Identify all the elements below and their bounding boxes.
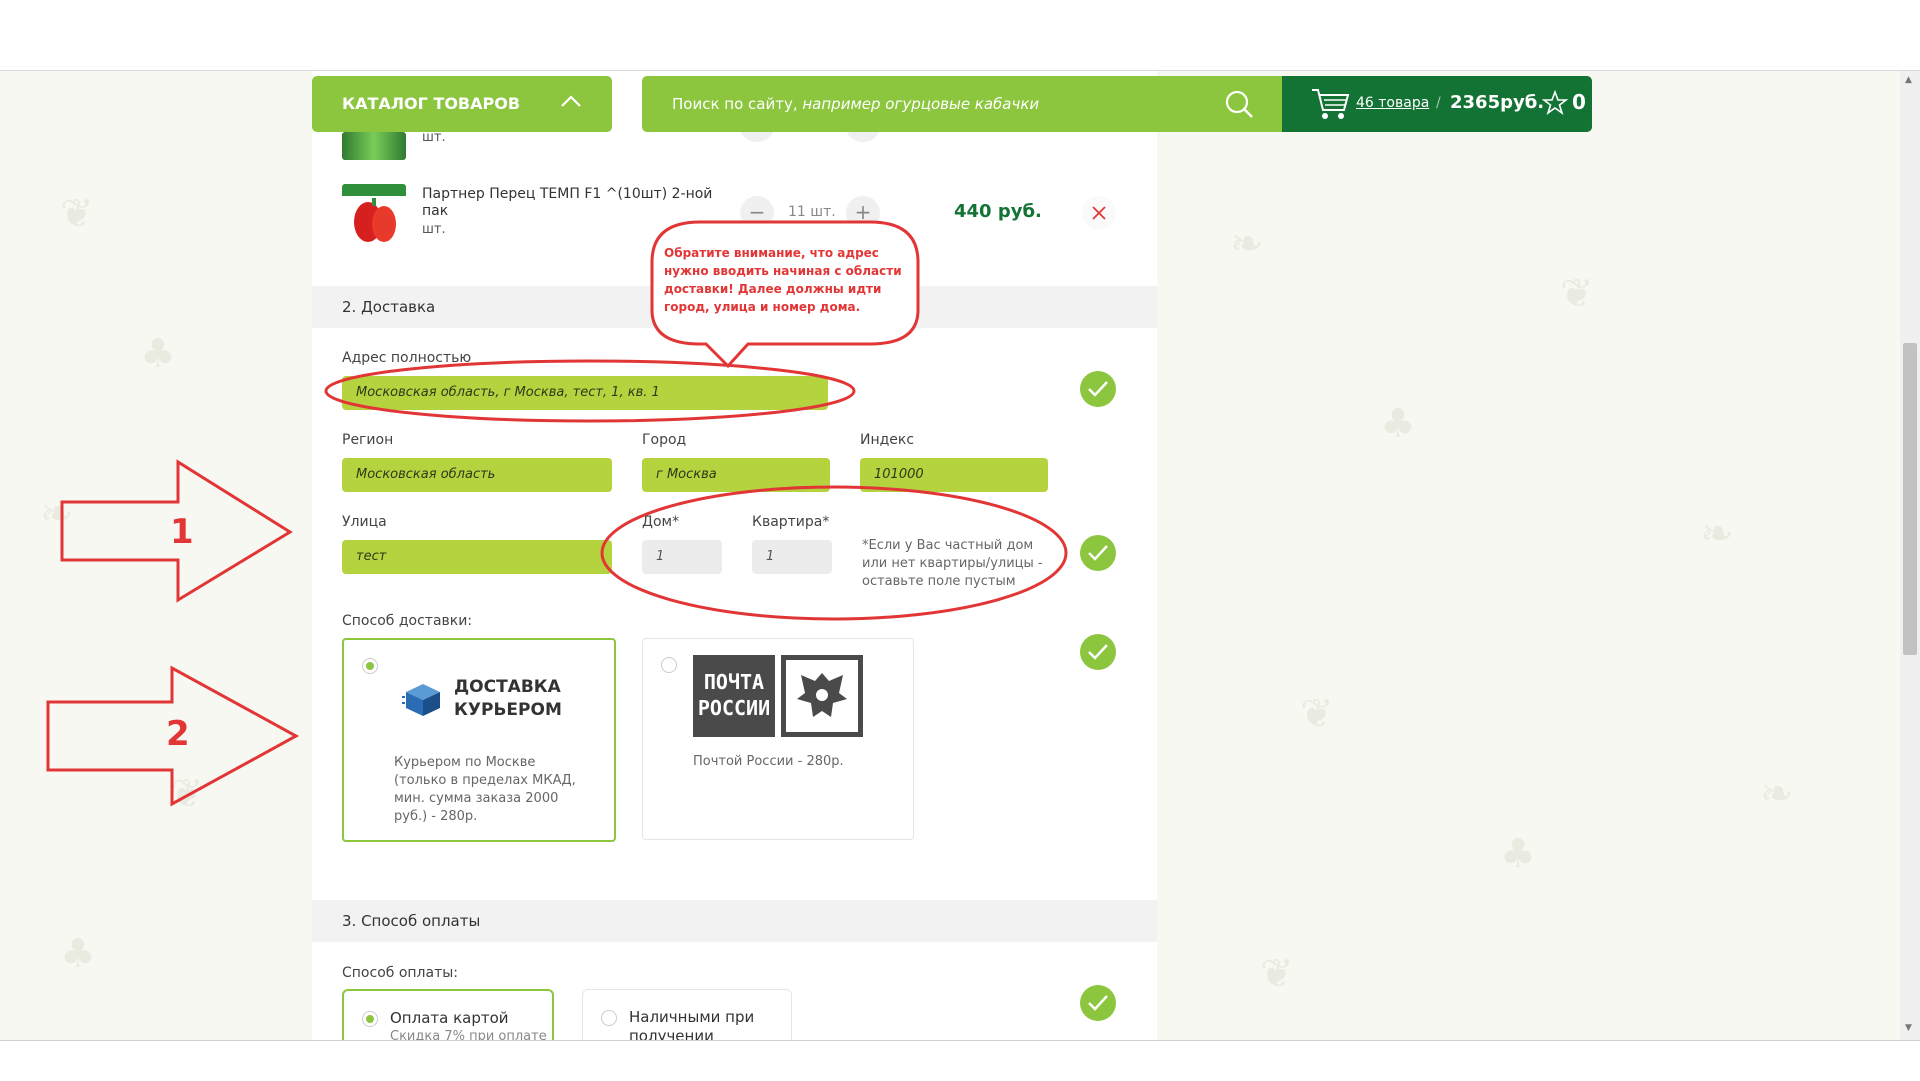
payment-section-title: 3. Способ оплаты [342, 912, 481, 930]
apple-pattern-icon: ❦ [1560, 271, 1594, 317]
annotation-arrow-2-label: 2 [166, 714, 190, 754]
chevron-up-icon [561, 95, 581, 107]
search-bar[interactable]: Поиск по сайту, например огурцовые кабач… [642, 76, 1282, 132]
russian-post-description: Почтой России - 280р. [693, 754, 844, 769]
star-icon[interactable] [1542, 90, 1568, 116]
checkmark-icon [1088, 995, 1108, 1011]
pepper-product-image [342, 184, 406, 246]
annotation-arrow-1-label: 1 [170, 512, 194, 552]
address-hint-callout: Обратите внимание, что адрес нужно вводи… [664, 246, 902, 314]
pepper-pattern-icon: ❦ [60, 191, 94, 237]
cart-summary[interactable]: 46 товара / 2365руб. 0 [1282, 76, 1592, 132]
cherry-pattern-icon: ♣ [1500, 831, 1536, 877]
shopping-cart-icon[interactable] [1310, 86, 1350, 122]
partial-item-unit: шт. [422, 130, 446, 145]
product-name[interactable]: Партнер Перец ТЕМП F1 ^(10шт) 2-ной пак [422, 186, 722, 220]
courier-delivery-option[interactable]: ДОСТАВКА КУРЬЕРОМ Курьером по Москве (тол… [342, 638, 616, 842]
payment-method-check [1080, 985, 1116, 1021]
cherry-pattern-icon: ♣ [60, 931, 96, 977]
scroll-up-icon[interactable]: ▲ [1905, 75, 1912, 85]
leaf-pattern-icon: ❧ [1230, 221, 1264, 267]
zip-input[interactable]: 101000 [860, 458, 1048, 492]
payment-method-label: Способ оплаты: [342, 965, 459, 981]
private-house-note: *Если у Вас частный дом или нет квартиры… [862, 538, 1043, 589]
pepper-icon [342, 184, 406, 242]
checkmark-icon [1088, 644, 1108, 660]
courier-title: ДОСТАВКА КУРЬЕРОМ [454, 677, 562, 720]
product-price: 440 руб. [954, 201, 1042, 222]
scroll-down-icon[interactable]: ▼ [1905, 1023, 1912, 1033]
zip-label: Индекс [860, 432, 915, 448]
region-input[interactable]: Московская область [342, 458, 612, 492]
leaf-pattern-icon: ❧ [40, 491, 74, 537]
full-address-label: Адрес полностью [342, 350, 472, 366]
street-valid-check [1080, 535, 1116, 571]
apartment-input[interactable]: 1 [752, 540, 832, 574]
product-unit: шт. [422, 222, 446, 237]
courier-radio[interactable] [362, 658, 378, 674]
package-box-icon [402, 684, 440, 716]
russian-post-logo: ПОЧТА РОССИИ [693, 655, 775, 737]
cherry-pattern-icon: ♣ [140, 331, 176, 377]
russian-post-radio[interactable] [661, 657, 677, 673]
card-payment-radio[interactable] [362, 1011, 378, 1027]
delivery-method-label: Способ доставки: [342, 613, 473, 629]
full-address-input[interactable]: Московская область, г Москва, тест, 1, к… [342, 376, 828, 410]
close-icon [1092, 206, 1106, 220]
street-input[interactable]: тест [342, 540, 612, 574]
cart-count-link[interactable]: 46 товара [1356, 95, 1429, 111]
search-icon[interactable] [1224, 89, 1254, 119]
street-label: Улица [342, 514, 387, 530]
city-label: Город [642, 432, 687, 448]
apple-pattern-icon: ❦ [170, 771, 204, 817]
leaf-pattern-icon: ❧ [1760, 771, 1794, 817]
pepper-pattern-icon: ❦ [1260, 951, 1294, 997]
remove-item-button[interactable] [1082, 196, 1116, 230]
city-input[interactable]: г Москва [642, 458, 830, 492]
card-payment-title: Оплата картой [390, 1009, 509, 1027]
leaf-pattern-icon: ❧ [1700, 511, 1734, 557]
eagle-emblem-icon [781, 655, 863, 737]
cash-payment-radio[interactable] [601, 1010, 617, 1026]
catalog-label: КАТАЛОГ ТОВАРОВ [342, 94, 521, 113]
quantity-value[interactable]: 11 шт. [788, 204, 836, 220]
russian-post-option[interactable]: ПОЧТА РОССИИ Почтой России - 280р. [642, 638, 914, 840]
browser-top-area [0, 0, 1920, 71]
watermelon-product-image [342, 132, 406, 160]
checkmark-icon [1088, 381, 1108, 397]
cart-separator: / [1436, 95, 1441, 111]
browser-bottom-area [0, 1040, 1920, 1081]
apple-pattern-icon: ❦ [1300, 691, 1334, 737]
cherry-pattern-icon: ♣ [1380, 401, 1416, 447]
house-input[interactable]: 1 [642, 540, 722, 574]
scrollbar-thumb[interactable] [1903, 343, 1917, 655]
address-valid-check [1080, 371, 1116, 407]
region-label: Регион [342, 432, 394, 448]
payment-section-header: 3. Способ оплаты [312, 900, 1157, 942]
quantity-minus-button[interactable]: − [740, 196, 774, 230]
favorites-count[interactable]: 0 [1572, 90, 1586, 114]
house-label: Дом* [642, 514, 680, 530]
search-placeholder[interactable]: Поиск по сайту, например огурцовые кабач… [672, 95, 1039, 113]
apartment-label: Квартира* [752, 514, 830, 530]
catalog-button[interactable]: КАТАЛОГ ТОВАРОВ [312, 76, 612, 132]
quantity-plus-button[interactable]: + [846, 196, 880, 230]
page-scrollbar[interactable]: ▲ ▼ [1900, 71, 1920, 1040]
delivery-section-title: 2. Доставка [342, 298, 436, 316]
cart-total: 2365руб. [1450, 92, 1545, 113]
checkmark-icon [1088, 545, 1108, 561]
courier-description: Курьером по Москве (только в пределах МК… [394, 755, 576, 824]
delivery-method-check [1080, 634, 1116, 670]
